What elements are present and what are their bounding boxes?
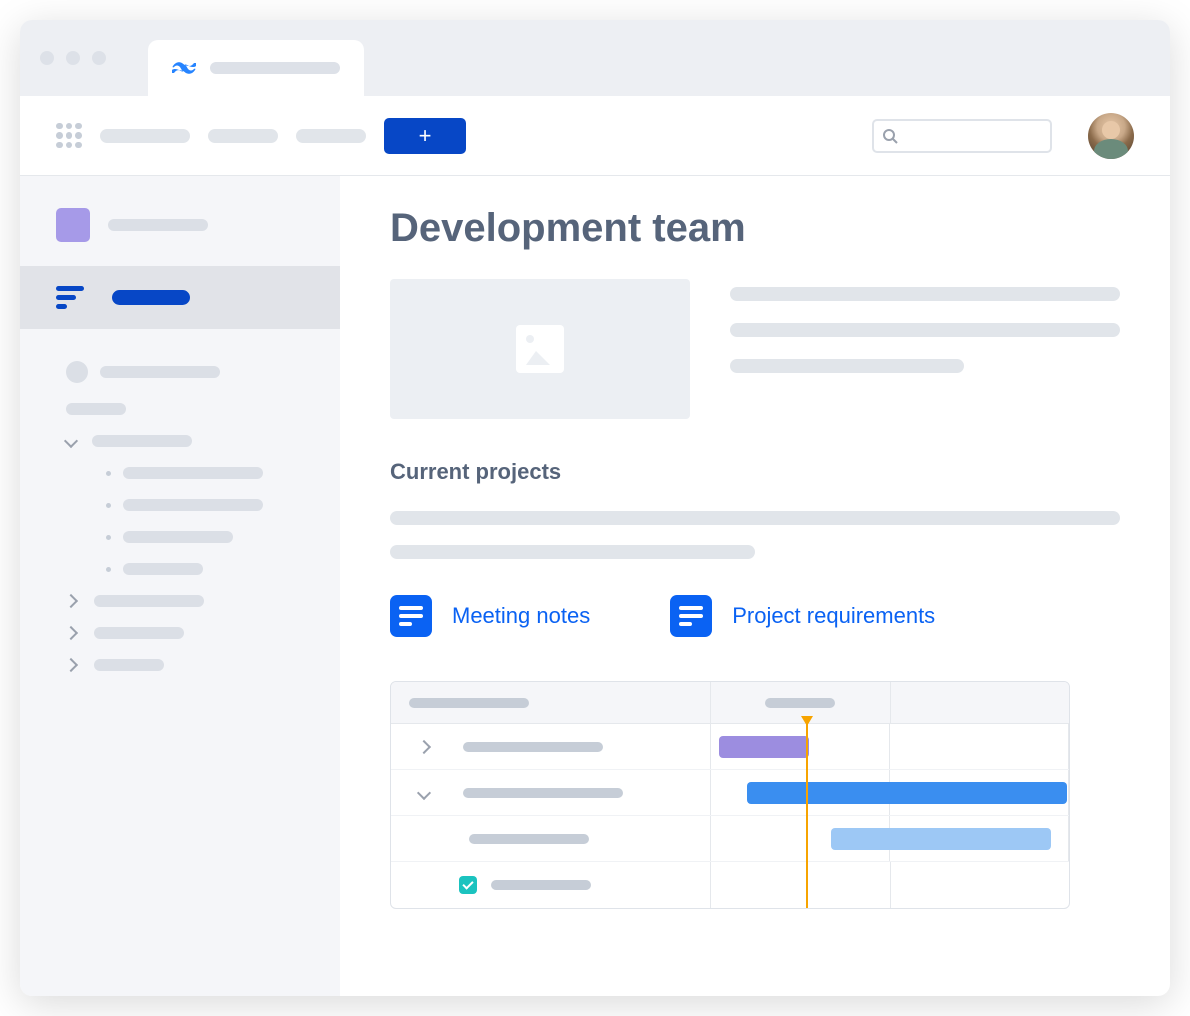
gantt-row-label: [469, 834, 589, 844]
gantt-row[interactable]: [391, 816, 1069, 862]
bullet-icon: [106, 535, 111, 540]
sidebar: [20, 176, 340, 996]
space-icon: [56, 208, 90, 242]
tree-label-placeholder: [92, 435, 192, 447]
gantt-row-label: [463, 788, 623, 798]
chevron-down-icon: [64, 434, 78, 448]
bullet-icon: [106, 471, 111, 476]
tree-item[interactable]: [66, 393, 340, 425]
nav-item-placeholder[interactable]: [208, 129, 278, 143]
gantt-bar[interactable]: [831, 828, 1051, 850]
app-window: +: [20, 20, 1170, 996]
nav-item-placeholder[interactable]: [100, 129, 190, 143]
sidebar-item-active[interactable]: [20, 266, 340, 329]
gantt-bar[interactable]: [719, 736, 809, 758]
tree-item[interactable]: [66, 585, 340, 617]
hero-image-placeholder[interactable]: [390, 279, 690, 419]
chevron-right-icon[interactable]: [417, 739, 431, 753]
link-meeting-notes[interactable]: Meeting notes: [390, 595, 590, 637]
tree-item[interactable]: [66, 617, 340, 649]
tree-avatar-icon: [66, 361, 88, 383]
tree-item[interactable]: [66, 521, 340, 553]
link-label: Meeting notes: [452, 603, 590, 629]
check-icon: [459, 876, 477, 894]
page-tree: [20, 329, 340, 681]
text-placeholder: [730, 323, 1120, 337]
chevron-right-icon: [64, 626, 78, 640]
main-content: Development team Current projects: [340, 176, 1170, 996]
gantt-row-label: [491, 880, 591, 890]
nav-item-placeholder[interactable]: [296, 129, 366, 143]
browser-tab-active[interactable]: [148, 40, 364, 96]
space-header[interactable]: [20, 198, 340, 252]
gantt-header-left: [391, 682, 711, 723]
tree-label-placeholder: [94, 627, 184, 639]
create-button[interactable]: +: [384, 118, 466, 154]
gantt-header: [391, 682, 1069, 724]
text-placeholder: [730, 287, 1120, 301]
tree-item[interactable]: [66, 425, 340, 457]
window-control-maximize[interactable]: [92, 51, 106, 65]
space-name-placeholder: [108, 219, 208, 231]
page-title: Development team: [390, 206, 1120, 251]
tree-label-placeholder: [94, 595, 204, 607]
text-placeholder: [390, 545, 755, 559]
gantt-chart: [390, 681, 1070, 909]
tree-label-placeholder: [123, 563, 203, 575]
text-placeholder: [390, 511, 1120, 525]
gantt-row[interactable]: [391, 770, 1069, 816]
gantt-header-label: [409, 698, 529, 708]
sidebar-active-label: [112, 290, 190, 305]
bullet-icon: [106, 567, 111, 572]
user-avatar[interactable]: [1088, 113, 1134, 159]
tree-item[interactable]: [66, 351, 340, 393]
app-topbar: +: [20, 96, 1170, 176]
gantt-row[interactable]: [391, 724, 1069, 770]
link-project-requirements[interactable]: Project requirements: [670, 595, 935, 637]
gantt-header-right: [711, 682, 1069, 723]
bullet-icon: [106, 503, 111, 508]
chevron-right-icon: [64, 658, 78, 672]
tab-title-placeholder: [210, 62, 340, 74]
page-hero: [390, 279, 1120, 419]
chevron-right-icon: [64, 594, 78, 608]
tree-label-placeholder: [66, 403, 126, 415]
quick-links: Meeting notes Project requirements: [390, 595, 1120, 637]
chevron-down-icon[interactable]: [417, 785, 431, 799]
project-description: [390, 511, 1120, 559]
search-input[interactable]: [872, 119, 1052, 153]
tree-label-placeholder: [100, 366, 220, 378]
link-label: Project requirements: [732, 603, 935, 629]
browser-tabbar: [20, 20, 1170, 96]
hero-text: [730, 279, 1120, 419]
app-body: Development team Current projects: [20, 176, 1170, 996]
gantt-today-marker: [806, 716, 808, 909]
gantt-row[interactable]: [391, 862, 1069, 908]
text-placeholder: [730, 359, 964, 373]
plus-icon: +: [419, 123, 432, 149]
gantt-bar[interactable]: [747, 782, 1067, 804]
document-icon: [670, 595, 712, 637]
tree-label-placeholder: [94, 659, 164, 671]
app-switcher-icon[interactable]: [56, 123, 82, 149]
section-heading: Current projects: [390, 459, 1120, 485]
tree-label-placeholder: [123, 467, 263, 479]
sort-icon: [56, 286, 84, 309]
window-control-minimize[interactable]: [66, 51, 80, 65]
tree-label-placeholder: [123, 499, 263, 511]
tree-item[interactable]: [66, 489, 340, 521]
tree-label-placeholder: [123, 531, 233, 543]
gantt-row-label: [463, 742, 603, 752]
tree-item[interactable]: [66, 457, 340, 489]
tree-item[interactable]: [66, 553, 340, 585]
gantt-column: [891, 682, 1070, 723]
document-icon: [390, 595, 432, 637]
image-placeholder-icon: [516, 325, 564, 373]
confluence-icon: [172, 56, 196, 80]
tree-item[interactable]: [66, 649, 340, 681]
search-icon: [882, 128, 898, 144]
window-control-close[interactable]: [40, 51, 54, 65]
gantt-col-label: [765, 698, 835, 708]
